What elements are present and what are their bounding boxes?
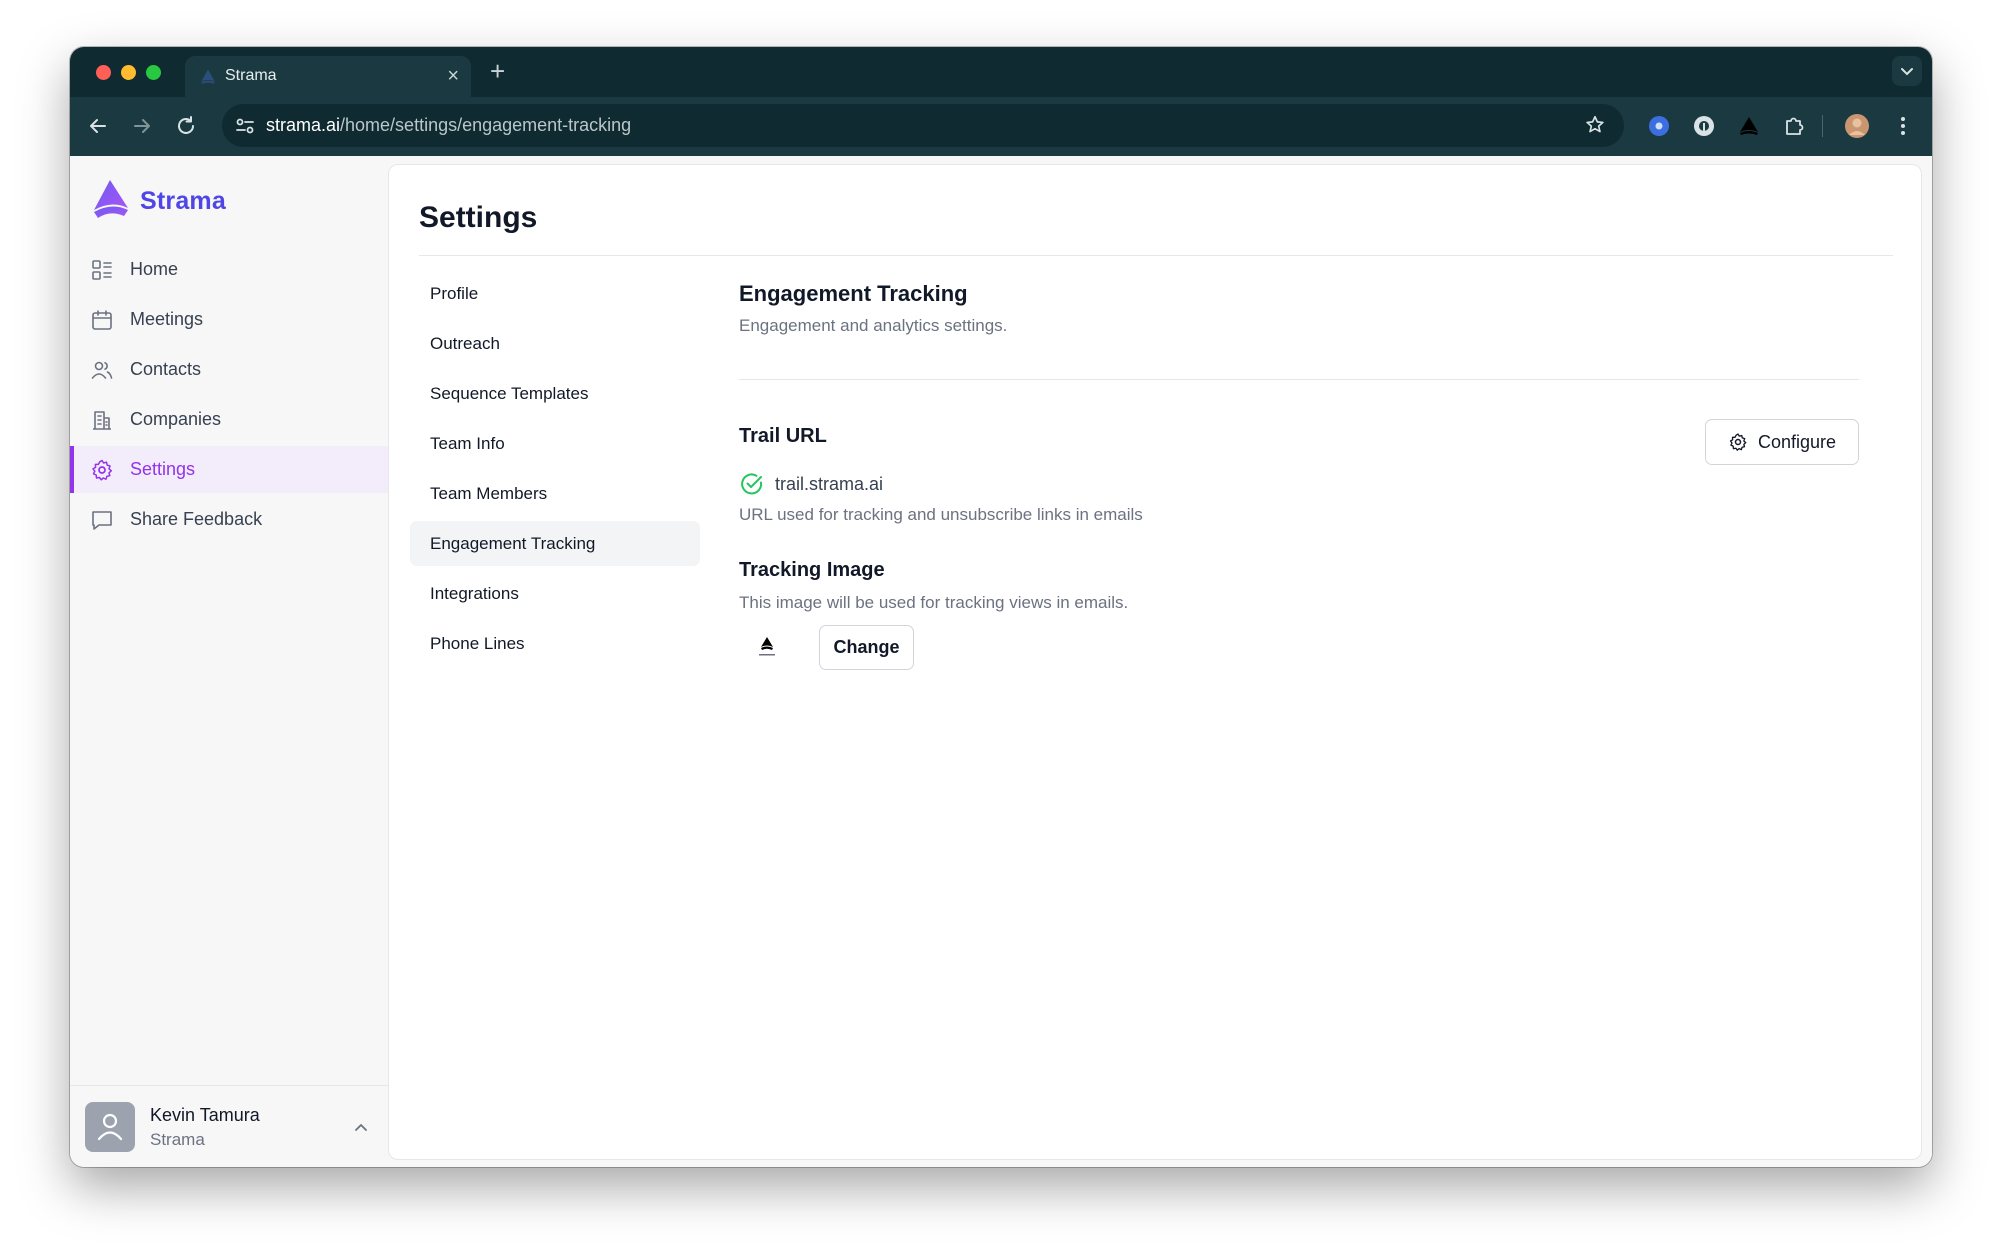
minimize-window-button[interactable] — [121, 65, 136, 80]
main-panel: Settings Profile Outreach Sequence Templ… — [388, 164, 1922, 1160]
chat-bubble-icon — [92, 510, 112, 530]
bookmark-star-icon[interactable] — [1584, 114, 1606, 136]
trail-url-value: trail.strama.ai — [775, 473, 884, 494]
users-icon — [91, 361, 113, 379]
browser-toolbar: strama.ai/home/settings/engagement-track… — [70, 97, 1932, 156]
sidebar-item-label: Companies — [130, 409, 222, 429]
avatar — [85, 1102, 135, 1152]
sidebar-item-home[interactable]: Home — [70, 246, 388, 293]
settings-nav-engagement-tracking[interactable]: Engagement Tracking — [410, 521, 700, 566]
check-circle-icon — [741, 473, 763, 495]
configure-button[interactable]: Configure — [1705, 419, 1859, 465]
section-subtitle: Engagement and analytics settings. — [739, 316, 1008, 335]
forward-icon[interactable] — [130, 114, 154, 138]
sidebar-item-label: Contacts — [130, 359, 202, 379]
settings-nav-profile[interactable]: Profile — [410, 271, 700, 316]
gear-icon — [92, 459, 113, 481]
sidebar-nav: Home Meetings Contacts Companies Setting… — [70, 246, 388, 546]
tracking-image-preview — [759, 637, 775, 656]
sidebar-item-label: Share Feedback — [130, 509, 263, 529]
tab-bar: Strama × + — [70, 47, 1932, 97]
extensions-puzzle-icon[interactable] — [1781, 113, 1807, 139]
sidebar-item-label: Meetings — [130, 309, 204, 329]
user-org: Strama — [150, 1130, 205, 1149]
address-bar[interactable]: strama.ai/home/settings/engagement-track… — [222, 104, 1624, 147]
tab-title: Strama — [225, 67, 277, 84]
strama-favicon-icon — [201, 69, 215, 84]
configure-label: Configure — [1757, 431, 1837, 452]
toolbar-divider — [1822, 115, 1823, 137]
back-icon[interactable] — [86, 114, 110, 138]
sidebar-item-share-feedback[interactable]: Share Feedback — [70, 496, 388, 543]
sidebar-item-settings[interactable]: Settings — [70, 446, 388, 493]
extension-blue-icon[interactable] — [1646, 113, 1672, 139]
app: Strama Home Meetings Contacts Companies … — [70, 156, 1932, 1167]
tracking-image-help: This image will be used for tracking vie… — [739, 593, 1129, 612]
settings-nav: Profile Outreach Sequence Templates Team… — [410, 271, 700, 671]
profile-avatar-icon[interactable] — [1844, 113, 1870, 139]
gear-icon — [1729, 433, 1747, 451]
browser-tab[interactable]: Strama × — [185, 56, 471, 97]
chevron-down-icon — [1901, 68, 1913, 76]
trail-url-title: Trail URL — [739, 425, 827, 447]
browser-window: Strama × + strama.ai/home/settings/engag… — [70, 47, 1932, 1167]
maximize-window-button[interactable] — [146, 65, 161, 80]
building-icon — [93, 410, 111, 430]
sidebar-item-contacts[interactable]: Contacts — [70, 346, 388, 393]
extension-strama-icon[interactable] — [1736, 113, 1762, 139]
calendar-icon — [92, 309, 112, 330]
tab-search-button[interactable] — [1892, 56, 1922, 86]
strama-logo-icon — [94, 180, 128, 218]
user-icon — [97, 1113, 123, 1141]
settings-nav-integrations[interactable]: Integrations — [410, 571, 700, 616]
tracking-image-title: Tracking Image — [739, 559, 885, 581]
brand-name: Strama — [140, 187, 226, 215]
settings-nav-outreach[interactable]: Outreach — [410, 321, 700, 366]
section-title: Engagement Tracking — [739, 281, 968, 306]
sidebar-item-companies[interactable]: Companies — [70, 396, 388, 443]
settings-nav-team-members[interactable]: Team Members — [410, 471, 700, 516]
trail-url-value-row: trail.strama.ai — [739, 471, 883, 497]
settings-nav-phone-lines[interactable]: Phone Lines — [410, 621, 700, 666]
chevron-up-icon[interactable] — [350, 1116, 372, 1138]
url-text: strama.ai/home/settings/engagement-track… — [266, 115, 632, 135]
trail-url-help: URL used for tracking and unsubscribe li… — [739, 505, 1143, 524]
change-image-button[interactable]: Change — [819, 625, 914, 670]
settings-nav-sequence-templates[interactable]: Sequence Templates — [410, 371, 700, 416]
settings-nav-team-info[interactable]: Team Info — [410, 421, 700, 466]
page-title: Settings — [419, 201, 538, 234]
reload-icon[interactable] — [174, 114, 198, 138]
new-tab-button[interactable]: + — [490, 56, 505, 86]
sidebar-item-label: Home — [130, 259, 179, 279]
user-name: Kevin Tamura — [150, 1105, 260, 1125]
divider — [739, 379, 1859, 380]
divider — [419, 255, 1893, 256]
sidebar: Strama Home Meetings Contacts Companies … — [70, 156, 388, 1167]
sidebar-item-label: Settings — [130, 459, 196, 479]
extension-password-icon[interactable] — [1691, 113, 1717, 139]
engagement-tracking-section: Engagement Tracking Engagement and analy… — [739, 281, 1859, 670]
dashboard-icon — [92, 259, 112, 280]
sidebar-item-meetings[interactable]: Meetings — [70, 296, 388, 343]
tab-close-icon[interactable]: × — [447, 64, 459, 88]
user-menu[interactable]: Kevin Tamura Strama — [70, 1085, 388, 1167]
browser-menu-icon[interactable] — [1890, 113, 1916, 139]
close-window-button[interactable] — [96, 65, 111, 80]
site-info-icon[interactable] — [234, 115, 256, 137]
